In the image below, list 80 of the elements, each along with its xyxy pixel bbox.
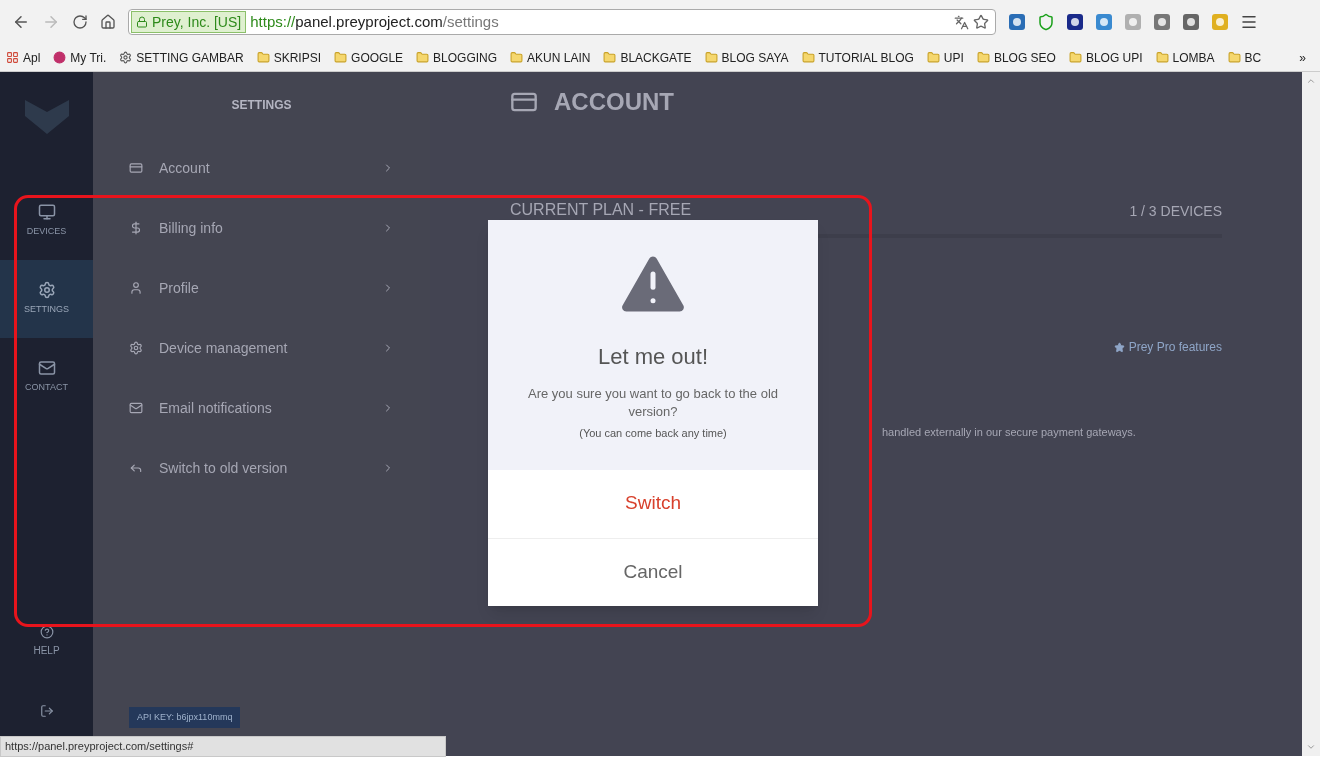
pro-features-link[interactable]: Prey Pro features [1113, 338, 1222, 356]
shield-icon[interactable] [1037, 13, 1055, 31]
api-key-badge: API KEY: b6jpx110mmq [129, 706, 241, 728]
settings-icon [37, 281, 56, 300]
dialog-hint: (You can come back any time) [579, 426, 727, 441]
folder-icon [510, 51, 524, 64]
card-icon [129, 161, 143, 175]
folder-icon [603, 51, 617, 64]
extension-icon[interactable] [1008, 13, 1026, 31]
home-button[interactable] [100, 14, 116, 30]
bookmark-item[interactable]: BLOG UPI [1068, 48, 1143, 67]
dialog-title: Let me out! [597, 343, 709, 371]
bookmark-star-icon[interactable] [973, 14, 989, 30]
dollar-icon [129, 221, 143, 235]
mail-icon [129, 401, 143, 415]
bookmark-item[interactable]: BLOG SAYA [704, 48, 789, 67]
switch-button[interactable]: Switch [488, 469, 818, 538]
folder-icon [256, 51, 270, 64]
user-icon [129, 281, 143, 295]
address-bar[interactable]: Prey, Inc. [US] https://panel.preyproject.com/settings [128, 9, 996, 35]
folder-icon [976, 51, 990, 64]
menu-item[interactable]: Billing info [93, 198, 430, 258]
security-badge: Prey, Inc. [US] [131, 11, 247, 33]
menu-item[interactable]: Switch to old version [93, 438, 430, 498]
bookmark-item[interactable]: GOOGLE [334, 48, 404, 67]
url-text: https://panel.preyproject.com/settings [250, 11, 499, 32]
plan-label: CURRENT PLAN - FREE [510, 200, 692, 220]
menu-item[interactable]: Account [93, 138, 430, 198]
gear-icon [129, 341, 143, 355]
folder-icon [926, 51, 940, 64]
bookmark-item[interactable]: Apl [6, 48, 41, 67]
bookmark-item[interactable]: SETTING GAMBAR [119, 48, 244, 67]
panel-heading: SETTINGS [230, 97, 293, 114]
nav-item[interactable]: SETTINGS [0, 260, 93, 338]
cancel-button[interactable]: Cancel [488, 537, 818, 606]
extension-icon[interactable] [1066, 13, 1084, 31]
folder-icon [1068, 51, 1082, 64]
bookmark-item[interactable]: UPI [926, 48, 964, 67]
help-icon [39, 624, 54, 639]
monitor-icon [37, 203, 56, 222]
bookmark-item[interactable]: LOMBA [1155, 48, 1215, 67]
reply-icon [129, 461, 143, 475]
mail-icon [37, 359, 56, 378]
menu-item[interactable]: Email notifications [93, 378, 430, 438]
bookmark-item[interactable]: AKUN LAIN [510, 48, 591, 67]
status-bubble: https://panel.preyproject.com/settings# [0, 736, 446, 757]
extension-icon[interactable] [1182, 13, 1200, 31]
bookmark-item[interactable]: BLOG SEO [976, 48, 1056, 67]
page-title: ACCOUNT [554, 87, 674, 117]
gear-icon [119, 51, 133, 64]
nav-item[interactable]: HELP [11, 616, 82, 666]
folder-icon [334, 51, 348, 64]
star-icon [1113, 341, 1125, 353]
folder-icon [1155, 51, 1169, 64]
nav-item[interactable]: CONTACT [0, 338, 93, 416]
logout-icon [39, 704, 54, 718]
dialog-message: Are you sure you want to go back to the old version? [526, 385, 779, 421]
bookmark-item[interactable]: SKRIPSI [256, 48, 322, 67]
bookmarks-overflow[interactable]: » [1299, 48, 1314, 67]
back-button[interactable] [12, 13, 30, 31]
bookmark-item[interactable]: BC [1227, 48, 1262, 67]
menu-item[interactable]: Device management [93, 318, 430, 378]
lock-icon [136, 16, 148, 28]
bookmark-item[interactable]: BLACKGATE [603, 48, 692, 67]
translate-icon[interactable] [954, 14, 969, 30]
menu-icon[interactable] [1240, 13, 1258, 31]
folder-icon [801, 51, 815, 64]
site-icon [53, 51, 67, 64]
bookmark-item[interactable]: My Tri. [53, 48, 107, 67]
bookmark-item[interactable]: TUTORIAL BLOG [801, 48, 914, 67]
payment-note: handled externally in our secure payment gateways. [882, 425, 1137, 440]
folder-icon [1227, 51, 1241, 64]
devices-count: 1 / 3 DEVICES [1129, 202, 1222, 221]
reload-button[interactable] [72, 14, 88, 30]
folder-icon [416, 51, 430, 64]
menu-item[interactable]: Profile [93, 258, 430, 318]
bookmark-item[interactable]: BLOGGING [416, 48, 498, 67]
apps-icon [6, 51, 19, 64]
folder-icon [704, 51, 718, 64]
nav-item[interactable]: DEVICES [0, 182, 93, 260]
